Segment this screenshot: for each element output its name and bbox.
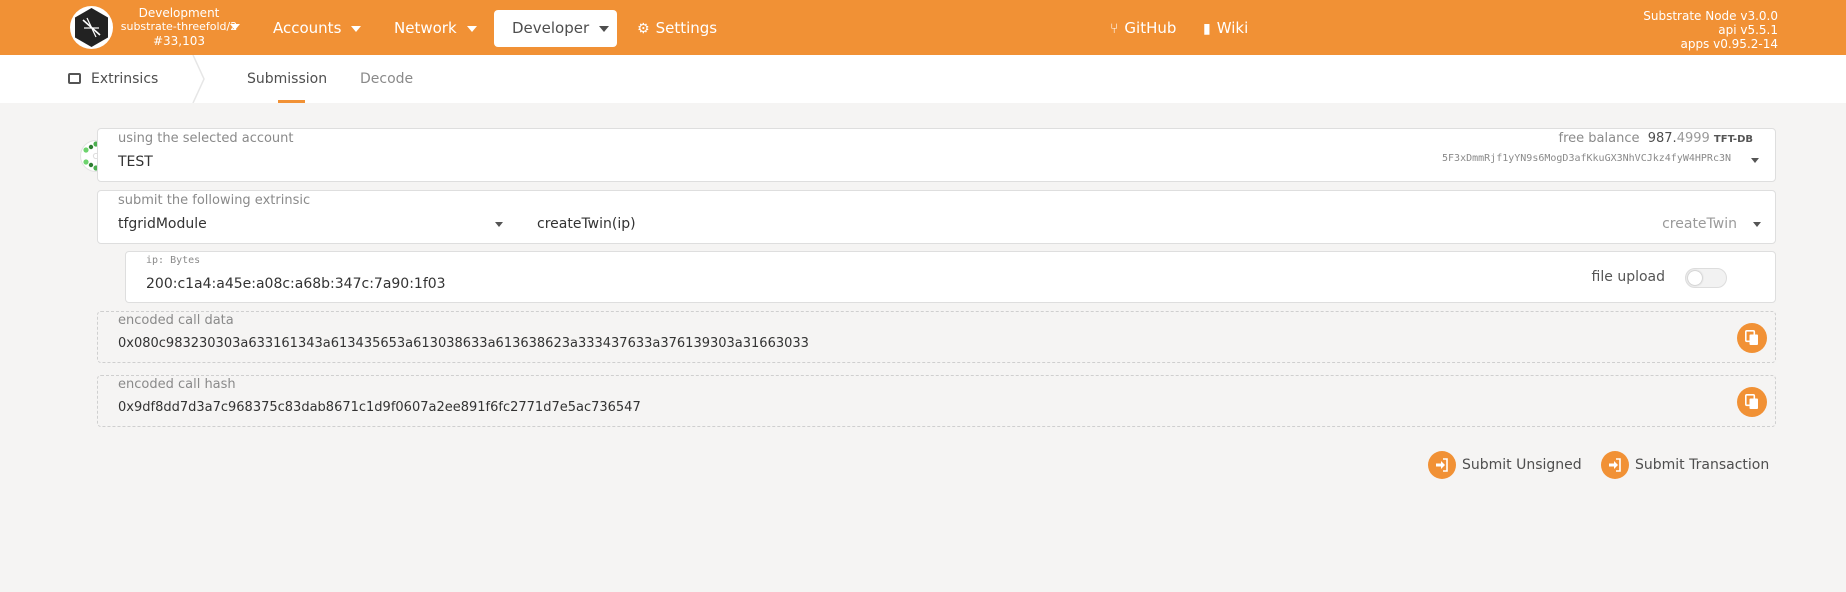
chain-chevron-down-icon[interactable]	[230, 24, 240, 30]
nav-settings[interactable]: ⚙ Settings	[637, 10, 717, 47]
submit-unsigned-button[interactable]: Submit Unsigned	[1428, 450, 1582, 480]
chevron-down-icon	[466, 25, 477, 32]
encoded-call-data: encoded call data 0x080c983230303a633161…	[97, 311, 1776, 363]
encoded-call-hash-value: 0x9df8dd7d3a7c968375c83dab8671c1d9f0607a…	[118, 400, 641, 415]
extrinsic-selector: submit the following extrinsic tfgridMod…	[97, 190, 1776, 244]
account-label: using the selected account	[118, 131, 294, 146]
nav-network-label: Network	[394, 19, 457, 37]
copy-call-data-button[interactable]	[1737, 323, 1767, 353]
breadcrumb-separator-icon	[192, 55, 205, 103]
balance-integer: 987.	[1647, 131, 1677, 146]
tab-submission[interactable]: Submission	[247, 55, 327, 103]
chevron-down-icon[interactable]	[1753, 222, 1761, 227]
module-dropdown[interactable]: tfgridModule	[118, 216, 207, 232]
call-dropdown[interactable]: createTwin(ip)	[537, 216, 636, 232]
copy-icon	[1745, 330, 1758, 345]
copy-call-hash-button[interactable]	[1737, 387, 1767, 417]
book-icon: ▮	[1203, 21, 1211, 37]
account-selector[interactable]: using the selected account TEST free bal…	[97, 128, 1776, 182]
chevron-down-icon	[351, 25, 362, 32]
sub-navbar: Extrinsics Submission Decode	[0, 55, 1846, 103]
nav-developer-label: Developer	[512, 19, 590, 37]
nav-network[interactable]: Network	[394, 10, 477, 47]
chevron-down-icon	[599, 25, 610, 32]
encoded-call-data-value: 0x080c983230303a633161343a613435653a6130…	[118, 336, 809, 351]
param-input[interactable]: 200:c1a4:a45e:a08c:a68b:347c:7a90:1f03	[146, 276, 446, 292]
cogs-icon: ⚙	[637, 21, 650, 37]
nav-accounts-label: Accounts	[273, 19, 342, 37]
encoded-call-data-label: encoded call data	[118, 313, 234, 328]
top-navbar: Development substrate-threefold/2 #33,10…	[0, 0, 1846, 55]
nav-github-label: GitHub	[1124, 19, 1177, 37]
chain-selector[interactable]: Development substrate-threefold/2 #33,10…	[118, 6, 240, 48]
version-info: Substrate Node v3.0.0 api v5.5.1 apps v0…	[1643, 9, 1778, 51]
chain-network: Development	[138, 6, 220, 20]
section-title: Extrinsics	[91, 71, 159, 87]
nav-wiki-label: Wiki	[1216, 19, 1249, 37]
code-branch-icon: ⑂	[1110, 21, 1119, 37]
param-ip-field[interactable]: ip: Bytes 200:c1a4:a45e:a08c:a68b:347c:7…	[125, 251, 1776, 303]
chain-block-number: #33,103	[152, 34, 206, 48]
sign-in-icon	[1601, 451, 1629, 479]
api-version: api v5.5.1	[1718, 23, 1778, 37]
chain-name: substrate-threefold/2	[120, 20, 238, 33]
nav-github[interactable]: ⑂ GitHub	[1110, 10, 1176, 47]
active-tab-indicator	[278, 100, 305, 103]
encoded-call-hash-label: encoded call hash	[118, 377, 236, 392]
apps-version: apps v0.95.2-14	[1680, 37, 1778, 51]
submit-unsigned-label: Submit Unsigned	[1462, 457, 1582, 473]
nav-wiki[interactable]: ▮ Wiki	[1203, 10, 1248, 47]
balance-decimals: 4999	[1676, 131, 1710, 146]
copy-icon	[1745, 394, 1758, 409]
extrinsic-label: submit the following extrinsic	[118, 193, 311, 208]
balance-unit: TFT-DB	[1713, 134, 1753, 145]
nav-accounts[interactable]: Accounts	[273, 10, 362, 47]
file-upload-label: file upload	[1591, 269, 1665, 285]
nav-developer[interactable]: Developer	[494, 10, 617, 47]
chevron-down-icon[interactable]	[1751, 158, 1759, 163]
section-extrinsics: Extrinsics	[68, 55, 158, 103]
free-balance-label: free balance	[1558, 131, 1640, 146]
account-address: 5F3xDmmRjf1yYN9s6MogD3afKkuGX3NhVCJkz4fy…	[1442, 153, 1731, 164]
call-selected-name: createTwin	[1662, 216, 1737, 232]
inbox-icon	[68, 73, 81, 84]
node-version: Substrate Node v3.0.0	[1643, 9, 1778, 23]
file-upload-toggle[interactable]	[1685, 268, 1727, 288]
nav-settings-label: Settings	[655, 19, 718, 37]
encoded-call-hash: encoded call hash 0x9df8dd7d3a7c968375c8…	[97, 375, 1776, 427]
account-name: TEST	[118, 154, 153, 170]
sign-in-icon	[1428, 451, 1456, 479]
substrate-logo-icon[interactable]	[70, 6, 113, 49]
submit-transaction-label: Submit Transaction	[1635, 457, 1770, 473]
tab-decode[interactable]: Decode	[360, 55, 413, 103]
submit-transaction-button[interactable]: Submit Transaction	[1601, 450, 1769, 480]
param-label: ip: Bytes	[146, 255, 201, 266]
chevron-down-icon[interactable]	[495, 222, 503, 227]
free-balance: free balance 987.4999 TFT-DB	[1559, 131, 1753, 146]
